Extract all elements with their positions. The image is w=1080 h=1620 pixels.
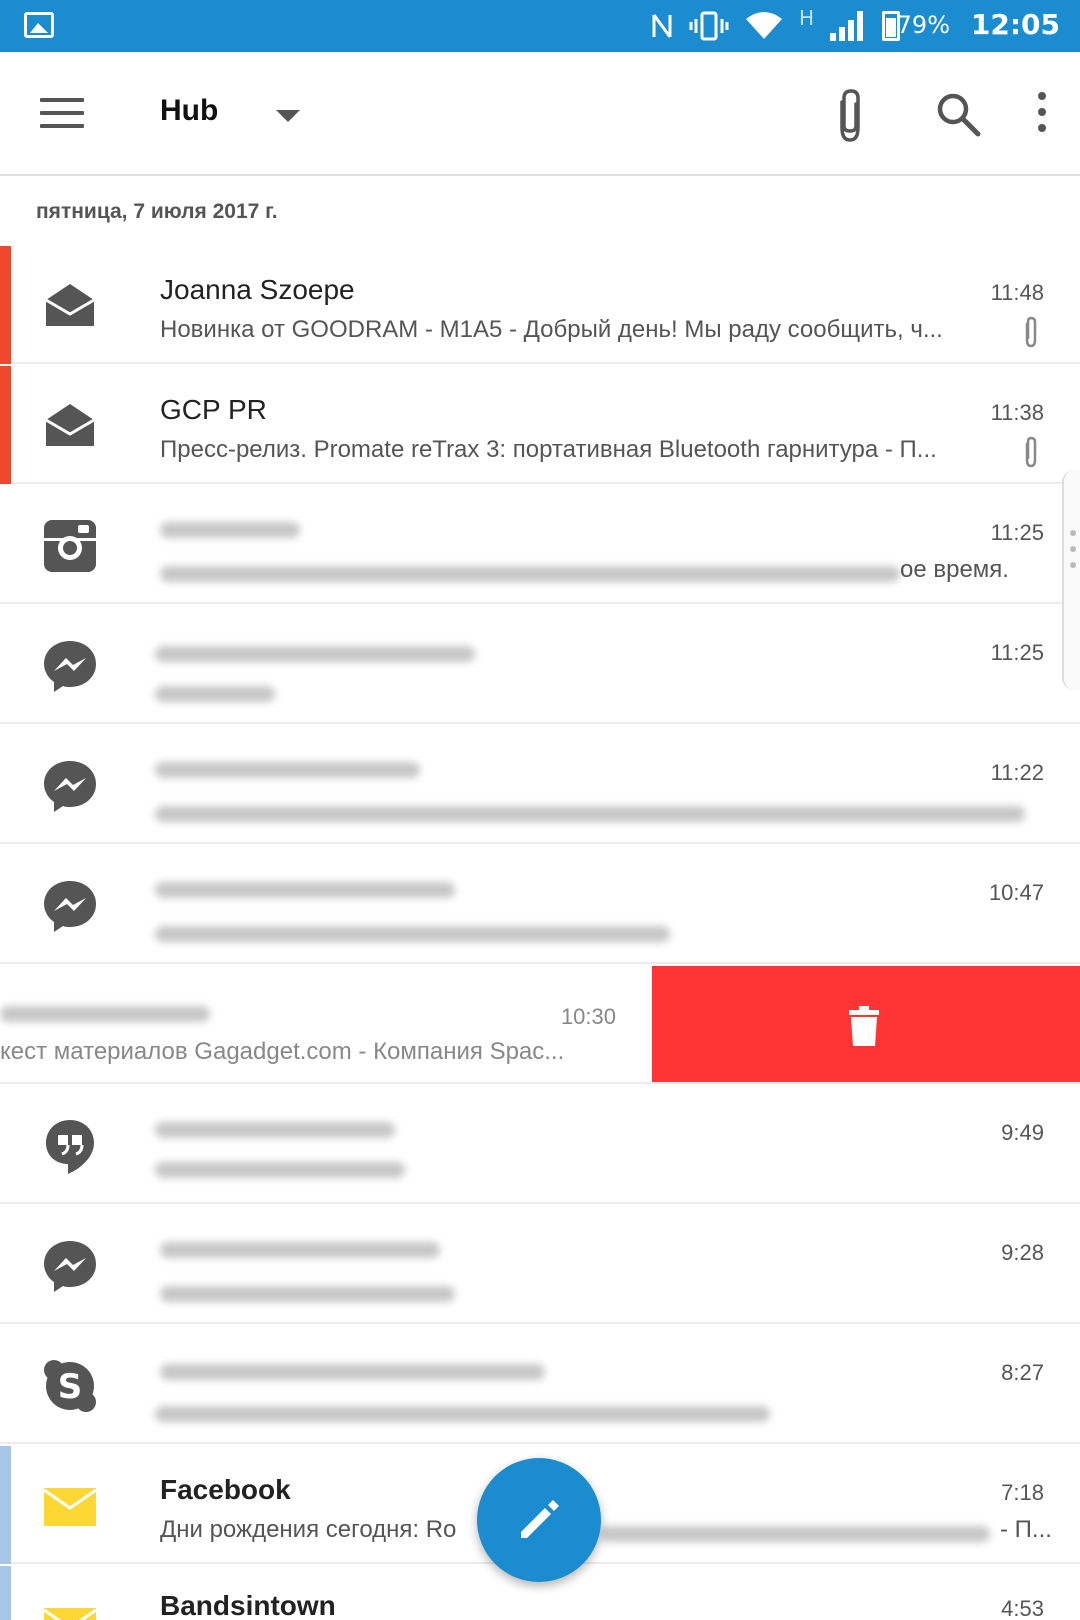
sender-name: GCP PR: [160, 394, 267, 425]
redacted-sender: [160, 522, 300, 538]
redacted-preview: [155, 806, 1025, 822]
nfc-icon: [652, 14, 672, 38]
redacted-preview: [160, 566, 900, 582]
message-preview: Пресс-релиз. Promate reTrax 3: портативн…: [160, 436, 937, 463]
gallery-notification-icon: [24, 12, 54, 38]
attachment-icon: [1025, 436, 1037, 468]
redacted-preview: [160, 1286, 455, 1302]
vibrate-icon: [689, 11, 729, 41]
message-time: 11:25: [990, 520, 1044, 545]
attachment-filter-icon[interactable]: [830, 88, 870, 144]
message-preview-tail: ое время.: [900, 556, 1009, 583]
message-preview: Дни рождения сегодня: Ro: [160, 1516, 457, 1543]
wifi-icon: [745, 12, 782, 39]
redacted-preview: [155, 1162, 405, 1178]
unread-indicator: [0, 366, 11, 484]
envelope-icon: [43, 1608, 97, 1620]
message-preview: Новинка от GOODRAM - M1A5 - Добрый день!…: [160, 316, 943, 343]
message-time: 11:48: [990, 280, 1044, 305]
messenger-icon: [44, 641, 96, 692]
attachment-icon: [1025, 316, 1037, 348]
envelope-icon: [43, 1488, 97, 1526]
battery-percent: 79%: [896, 11, 950, 39]
pencil-icon: [521, 1500, 559, 1538]
message-row[interactable]: GCP PR 11:38 Пресс-релиз. Promate reTrax…: [0, 366, 1080, 484]
menu-icon[interactable]: [40, 98, 84, 128]
app-bar: Hub: [0, 52, 1080, 176]
message-row[interactable]: 11:22: [0, 726, 1080, 844]
messenger-icon: [44, 761, 96, 812]
redacted-preview: [600, 1526, 990, 1542]
read-indicator: [0, 1566, 11, 1620]
redacted-preview: [155, 1406, 770, 1422]
edge-panel-handle[interactable]: [1062, 470, 1080, 690]
signal-icon: [830, 11, 866, 41]
trash-icon: [849, 1006, 879, 1046]
message-time: 8:27: [1001, 1360, 1044, 1385]
search-icon[interactable]: [934, 90, 982, 138]
message-time: 11:25: [990, 640, 1044, 665]
message-row[interactable]: 9:28: [0, 1206, 1080, 1324]
messenger-icon: [44, 1241, 96, 1292]
date-header: пятница, 7 июля 2017 г.: [36, 200, 278, 223]
status-icons: H: [651, 6, 900, 44]
message-row[interactable]: S 8:27: [0, 1326, 1080, 1444]
open-envelope-icon: [45, 284, 95, 326]
redacted-sender: [155, 646, 475, 662]
message-time: 7:18: [1001, 1480, 1044, 1505]
message-row[interactable]: 11:25 ое время.: [0, 486, 1080, 604]
status-time: 12:05: [970, 8, 1060, 41]
messenger-icon: [44, 881, 96, 932]
redacted-sender: [160, 1364, 545, 1380]
redacted-sender: [160, 1242, 440, 1258]
unread-indicator: [0, 246, 11, 364]
instagram-icon: [44, 520, 96, 572]
redacted-preview: [155, 926, 670, 942]
message-time: 11:38: [990, 400, 1044, 425]
read-indicator: [0, 1446, 11, 1564]
message-time: 10:30: [560, 1004, 616, 1029]
message-time: 10:47: [988, 880, 1044, 905]
message-preview: кест материалов Gagadget.com - Компания …: [0, 1038, 565, 1065]
more-options-icon[interactable]: [1036, 92, 1048, 138]
message-time: 4:53: [1001, 1596, 1044, 1620]
swiped-message-row[interactable]: 10:30 кест материалов Gagadget.com - Ком…: [0, 966, 1080, 1084]
app-title[interactable]: Hub: [160, 94, 218, 128]
message-row[interactable]: 11:25: [0, 606, 1080, 724]
message-preview-tail: - П...: [1000, 1516, 1052, 1543]
redacted-sender: [155, 1122, 395, 1138]
message-row[interactable]: 10:47: [0, 846, 1080, 964]
skype-icon: S: [44, 1360, 96, 1412]
message-time: 11:22: [990, 760, 1044, 785]
open-envelope-icon: [45, 404, 95, 446]
delete-swipe-action[interactable]: [652, 966, 1080, 1082]
compose-button[interactable]: [477, 1458, 601, 1582]
redacted-sender: [155, 882, 455, 898]
message-row[interactable]: Joanna Szoepe 11:48 Новинка от GOODRAM -…: [0, 246, 1080, 364]
sender-name: Bandsintown: [160, 1590, 336, 1620]
redacted-sender: [155, 762, 420, 778]
svg-text:S: S: [58, 1367, 83, 1407]
message-row[interactable]: 9:49: [0, 1086, 1080, 1204]
sender-name: Facebook: [160, 1474, 291, 1505]
sender-name: Joanna Szoepe: [160, 274, 355, 305]
redacted-sender: [0, 1006, 210, 1022]
message-time: 9:28: [1001, 1240, 1044, 1265]
dropdown-arrow-icon[interactable]: [276, 110, 300, 122]
swiped-message-content[interactable]: 10:30 кест материалов Gagadget.com - Ком…: [0, 966, 652, 1082]
network-type-label: H: [798, 6, 814, 30]
message-time: 9:49: [1001, 1120, 1044, 1145]
status-bar: H 79% 12:05: [0, 0, 1080, 52]
hangouts-icon: [46, 1120, 94, 1174]
redacted-preview: [155, 686, 275, 702]
